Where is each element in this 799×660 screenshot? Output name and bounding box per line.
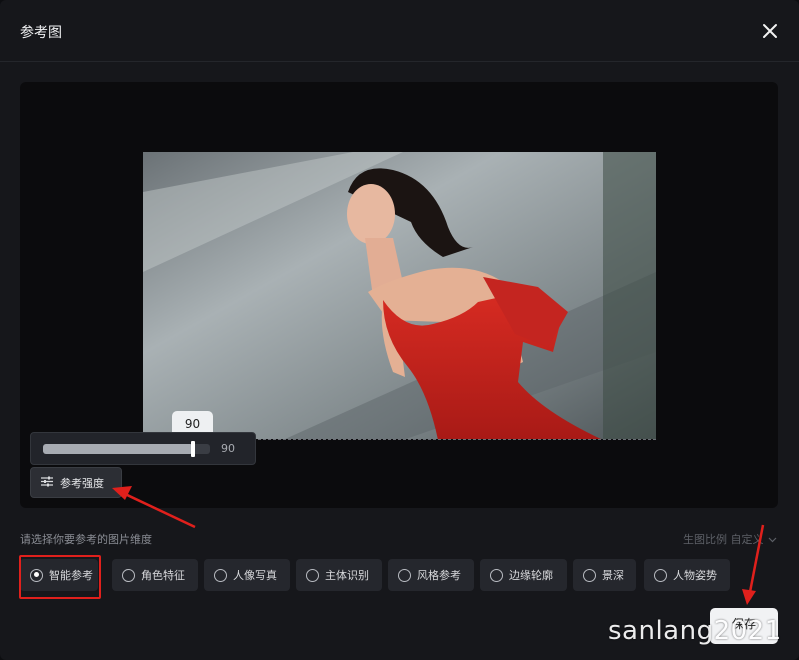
reference-strength-button[interactable]: 参考强度 — [30, 467, 122, 498]
dimension-option-label: 边缘轮廓 — [509, 569, 553, 582]
dimension-option-depth[interactable]: 景深 — [573, 559, 636, 591]
dimension-option-character[interactable]: 角色特征 — [112, 559, 198, 591]
dimension-option-label: 主体识别 — [325, 569, 369, 582]
radio-icon — [490, 568, 503, 582]
dimension-option-portrait[interactable]: 人像写真 — [204, 559, 290, 591]
radio-icon — [30, 568, 43, 582]
dialog-header: 参考图 — [0, 0, 799, 62]
reference-strength-label: 参考强度 — [60, 476, 104, 490]
dimension-option-smart[interactable]: 智能参考 — [20, 559, 98, 591]
radio-icon — [122, 568, 135, 582]
dimension-prompt: 请选择你要参考的图片维度 — [20, 533, 152, 546]
dimension-options: 智能参考 角色特征 人像写真 主体识别 风格参考 边缘轮廓 景深 人物姿势 — [20, 559, 740, 591]
strength-slider-track[interactable] — [43, 441, 210, 457]
strength-slider-fill — [43, 444, 194, 454]
chevron-down-icon — [768, 533, 777, 546]
close-icon[interactable] — [759, 20, 781, 42]
radio-icon — [583, 568, 596, 582]
dimension-option-label: 景深 — [602, 569, 624, 582]
ratio-selector[interactable]: 生图比例 自定义 — [683, 531, 777, 547]
strength-slider-value: 90 — [221, 442, 235, 455]
dimension-option-subject[interactable]: 主体识别 — [296, 559, 382, 591]
ratio-label: 生图比例 自定义 — [683, 533, 764, 546]
dimension-option-label: 人像写真 — [233, 569, 277, 582]
dimension-option-label: 角色特征 — [141, 569, 185, 582]
strength-slider-panel: 90 — [30, 432, 256, 465]
radio-icon — [214, 568, 227, 582]
dialog-title: 参考图 — [20, 25, 62, 41]
dimension-option-label: 人物姿势 — [673, 569, 717, 582]
radio-icon — [654, 568, 667, 582]
watermark-text: sanlang2021 — [608, 616, 782, 646]
dimension-option-label: 智能参考 — [49, 569, 93, 582]
reference-photo — [143, 152, 656, 440]
radio-icon — [398, 568, 411, 582]
sliders-icon — [41, 476, 53, 490]
dimension-option-style[interactable]: 风格参考 — [388, 559, 474, 591]
dimension-option-edge[interactable]: 边缘轮廓 — [480, 559, 567, 591]
strength-slider-handle[interactable] — [191, 441, 196, 457]
reference-image-dialog: 参考图 90 90 参考强度 请选择你要参考的图片维度 生图比例 自定义 智能参… — [0, 0, 799, 660]
dimension-option-pose[interactable]: 人物姿势 — [644, 559, 730, 591]
radio-icon — [306, 568, 319, 582]
dimension-option-label: 风格参考 — [417, 569, 461, 582]
